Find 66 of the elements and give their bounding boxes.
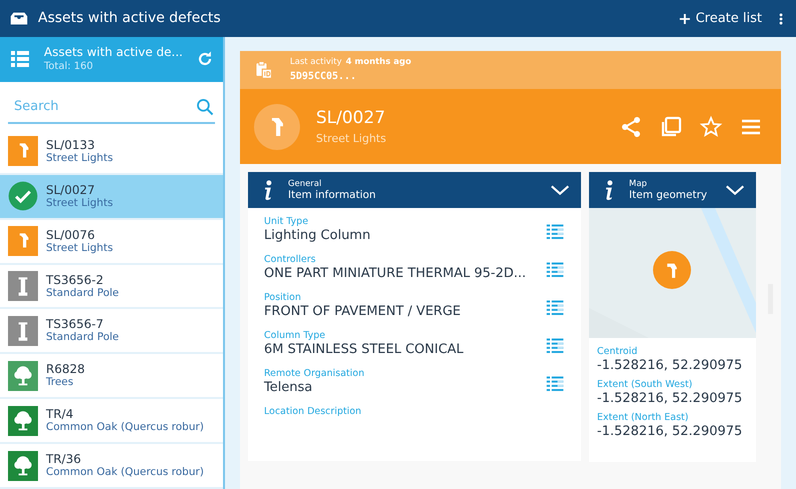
field-value: -1.528216, 52.290975 [597,358,742,374]
field-value: -1.528216, 52.290975 [597,424,742,440]
panel-header[interactable]: General Item information [248,172,582,208]
item-code: TR/36 [46,452,82,466]
list-item[interactable]: R6828 Trees [0,354,223,400]
item-code: TS3656-2 [46,272,104,286]
panel-kicker: Map [629,178,648,188]
field-value: FRONT OF PAVEMENT / VERGE [264,304,461,320]
field-label: Controllers [264,254,317,266]
star-icon[interactable] [699,114,723,139]
item-category: Trees [46,376,74,390]
copy-icon[interactable] [659,114,683,139]
item-category: Street Lights [46,242,113,255]
field-label: Unit Type [264,216,310,228]
panel-header[interactable]: Map Item geometry [589,172,756,208]
field-label: Extent (South West) [597,379,694,391]
field-value: Lighting Column [264,228,370,244]
item-code: SL/0027 [46,182,96,197]
map-marker-icon[interactable] [653,251,692,289]
list-item[interactable]: TR/4 Common Oak (Quercus robur) [0,399,223,444]
field-label: Column Type [264,330,326,342]
asset-id: 5D95CC05... [290,70,358,84]
list-title: Assets with active de... [44,44,184,59]
search-field[interactable]: Search [8,92,178,122]
field-label: Position [264,292,302,304]
field-label: Remote Organisation [264,368,364,380]
field-label: Location Description [264,406,362,418]
field-value: 6M STAINLESS STEEL CONICAL [264,342,464,358]
item-code: SL/0076 [46,228,96,242]
item-category: Common Oak (Quercus robur) [46,421,204,434]
item-category: Standard Pole [46,331,119,344]
item-code: TR/4 [46,407,74,422]
item-code: SL/0133 [46,138,96,152]
check-icon [8,181,38,212]
field-value: Telensa [264,380,314,396]
app-title: Assets with active defects [38,9,222,28]
panel-title: Item geometry [629,188,708,202]
field-value: ONE PART MINIATURE THERMAL 95-2D... [264,266,526,282]
list-total: Total: 160 [44,60,94,74]
field-value: -1.528216, 52.290975 [597,391,742,407]
list-item[interactable]: TS3656-2 Standard Pole [0,264,223,310]
info-icon [264,180,272,200]
street-light-icon [270,118,284,136]
list-item[interactable]: TR/36 Common Oak (Quercus robur) [0,444,223,489]
asset-category: Street Lights [316,131,388,147]
item-category: Street Lights [46,152,113,165]
id-clipboard-icon [254,59,274,81]
create-list-button[interactable]: + Create list [674,6,766,30]
panel-title: Item information [288,188,377,202]
item-code: TS3656-7 [46,317,104,332]
asset-code: SL/0027 [316,106,386,130]
info-icon [605,180,614,200]
item-category: Common Oak (Quercus robur) [46,466,204,480]
list-item[interactable]: SL/0076 Street Lights [0,220,223,265]
field-label: Centroid [597,346,638,358]
list-item[interactable]: TS3656-7 Standard Pole [0,309,223,354]
item-category: Street Lights [46,196,113,210]
activity-label: Last activity [290,56,342,69]
field-label: Extent (North East) [597,412,690,424]
panel-kicker: General [288,178,322,188]
item-category: Standard Pole [46,286,119,300]
search-icon[interactable] [195,96,215,117]
list-item[interactable]: SL/0027 Street Lights [0,174,223,220]
share-icon[interactable] [619,114,643,139]
activity-time: 4 months ago [346,56,412,69]
item-code: R6828 [46,362,85,376]
